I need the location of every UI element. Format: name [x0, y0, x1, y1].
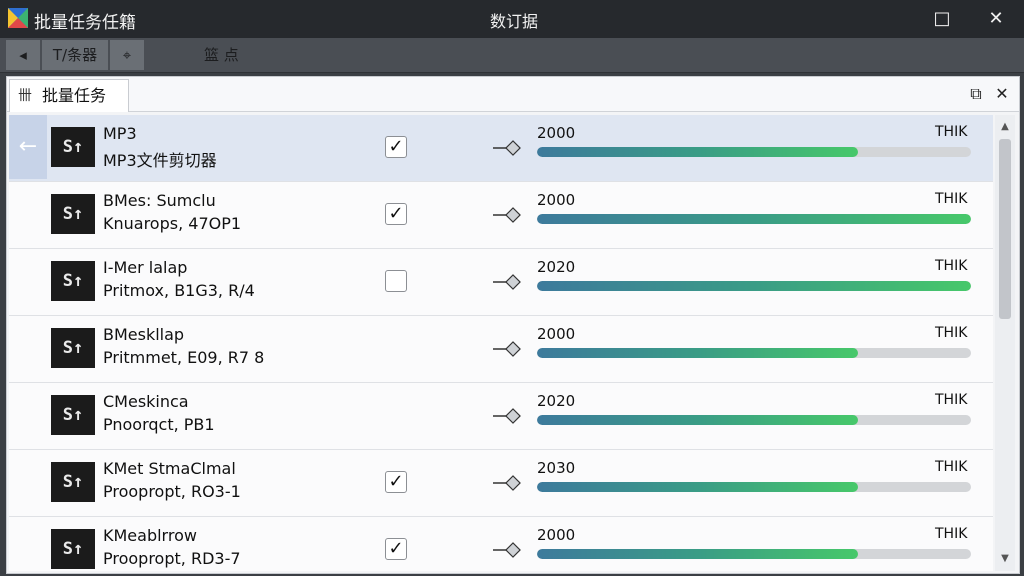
task-detail: Proopropt, RO3-1 [103, 482, 241, 501]
task-name: KMet StmaClmal [103, 459, 236, 478]
task-checkbox[interactable]: ✓ [385, 203, 407, 225]
panel-close-icon[interactable]: ✕ [991, 83, 1013, 105]
table-row[interactable]: S↑ CMeskinca Pnoorqct, PB1 2020 THIK [9, 383, 993, 450]
task-detail: Pnoorqct, PB1 [103, 415, 215, 434]
tab-strip: 卌 批量任务 ⧉ ✕ [7, 77, 1019, 112]
pin-button[interactable]: ⌖ [110, 40, 145, 70]
table-row[interactable]: S↑ I-Mer lalap Pritmox, B1G3, R/4 2020 THIK [9, 249, 993, 316]
table-row[interactable]: S↑ KMeablrrow Proopropt, RD3-7 ✓ 2000 THIK [9, 517, 993, 571]
slider-handle-icon[interactable] [493, 341, 523, 357]
toolbar-label[interactable]: 篮 点 [204, 40, 239, 70]
task-thumbnail-icon: S↑ [51, 395, 95, 435]
scroll-thumb[interactable] [999, 139, 1011, 319]
progress-fill [537, 415, 859, 425]
scroll-up-icon[interactable]: ▲ [997, 119, 1013, 135]
task-detail: MP3文件剪切器 [103, 151, 217, 170]
slider-handle-icon[interactable] [493, 475, 523, 491]
task-name: BMeskllap [103, 325, 185, 344]
table-row[interactable]: S↑ BMeskllap Pritmmet, E09, R7 8 2000 THIK [9, 316, 993, 383]
task-year: 2000 [537, 325, 576, 343]
task-year: 2020 [537, 258, 576, 276]
task-thumbnail-icon: S↑ [51, 462, 95, 502]
window-title: 批量任务任籍 [34, 13, 136, 33]
progress-bar [537, 549, 971, 559]
progress-bar [537, 147, 971, 157]
progress-bar [537, 348, 971, 358]
task-tag: THIK [935, 124, 968, 140]
slider-handle-icon[interactable] [493, 140, 523, 156]
slider-handle-icon[interactable] [493, 274, 523, 290]
task-detail: Pritmox, B1G3, R/4 [103, 281, 255, 300]
minimize-button[interactable]: □ [928, 5, 956, 33]
task-name: BMes: Sumclu [103, 191, 216, 210]
batch-task-panel: 卌 批量任务 ⧉ ✕ ← S↑ MP3 MP3文件剪切器 ✓ 2000 THIK S↑ BMes… [6, 76, 1020, 574]
progress-bar [537, 482, 971, 492]
progress-bar [537, 214, 971, 224]
task-thumbnail-icon: S↑ [51, 328, 95, 368]
tab-label: 批量任务 [42, 86, 107, 105]
progress-fill [537, 348, 859, 358]
task-detail: Pritmmet, E09, R7 8 [103, 348, 265, 367]
task-detail: Proopropt, RD3-7 [103, 549, 241, 568]
app-icon [8, 8, 28, 28]
task-name: MP3 [103, 124, 137, 143]
table-row[interactable]: S↑ KMet StmaClmal Proopropt, RO3-1 ✓ 2030 THI… [9, 450, 993, 517]
table-row[interactable]: S↑ BMes: Sumclu Knuarops, 47OP1 ✓ 2000 THIK [9, 182, 993, 249]
grid-icon: 卌 [18, 88, 32, 104]
scroll-down-icon[interactable]: ▼ [997, 551, 1013, 567]
task-list: ← S↑ MP3 MP3文件剪切器 ✓ 2000 THIK S↑ BMes: Sumclu Knu… [9, 115, 993, 571]
progress-fill [537, 482, 859, 492]
slider-handle-icon[interactable] [493, 408, 523, 424]
progress-fill [537, 281, 971, 291]
task-year: 2000 [537, 526, 576, 544]
progress-fill [537, 214, 971, 224]
task-name: I-Mer lalap [103, 258, 188, 277]
task-checkbox[interactable]: ✓ [385, 136, 407, 158]
progress-fill [537, 147, 859, 157]
task-tag: THIK [935, 526, 968, 542]
toolbar: ◂ T/条器 ⌖ 篮 点 [0, 38, 1024, 73]
task-thumbnail-icon: S↑ [51, 194, 95, 234]
task-checkbox[interactable]: ✓ [385, 538, 407, 560]
task-tag: THIK [935, 191, 968, 207]
progress-fill [537, 549, 859, 559]
task-name: CMeskinca [103, 392, 189, 411]
center-title: 数订据 [490, 12, 539, 31]
task-thumbnail-icon: S↑ [51, 529, 95, 569]
task-tag: THIK [935, 459, 968, 475]
task-checkbox[interactable]: ✓ [385, 471, 407, 493]
progress-bar [537, 281, 971, 291]
task-checkbox[interactable] [385, 270, 407, 292]
table-row[interactable]: ← S↑ MP3 MP3文件剪切器 ✓ 2000 THIK [9, 115, 993, 182]
task-year: 2000 [537, 191, 576, 209]
task-year: 2020 [537, 392, 576, 410]
task-tag: THIK [935, 392, 968, 408]
task-detail: Knuarops, 47OP1 [103, 214, 242, 233]
tab-batch-tasks[interactable]: 卌 批量任务 [9, 79, 129, 112]
task-thumbnail-icon: S↑ [51, 127, 95, 167]
title-bar: 批量任务任籍 数订据 □ ✕ [0, 0, 1024, 38]
task-thumbnail-icon: S↑ [51, 261, 95, 301]
task-name: KMeablrrow [103, 526, 197, 545]
dropdown-button[interactable]: ◂ [6, 40, 41, 70]
slider-handle-icon[interactable] [493, 542, 523, 558]
restore-icon[interactable]: ⧉ [965, 83, 987, 105]
progress-bar [537, 415, 971, 425]
back-arrow-icon[interactable]: ← [9, 115, 47, 179]
scrollbar[interactable]: ▲ ▼ [995, 115, 1015, 571]
task-year: 2000 [537, 124, 576, 142]
task-year: 2030 [537, 459, 576, 477]
task-tag: THIK [935, 258, 968, 274]
slider-handle-icon[interactable] [493, 207, 523, 223]
filter-button[interactable]: T/条器 [42, 40, 109, 70]
task-tag: THIK [935, 325, 968, 341]
close-button[interactable]: ✕ [982, 5, 1010, 33]
